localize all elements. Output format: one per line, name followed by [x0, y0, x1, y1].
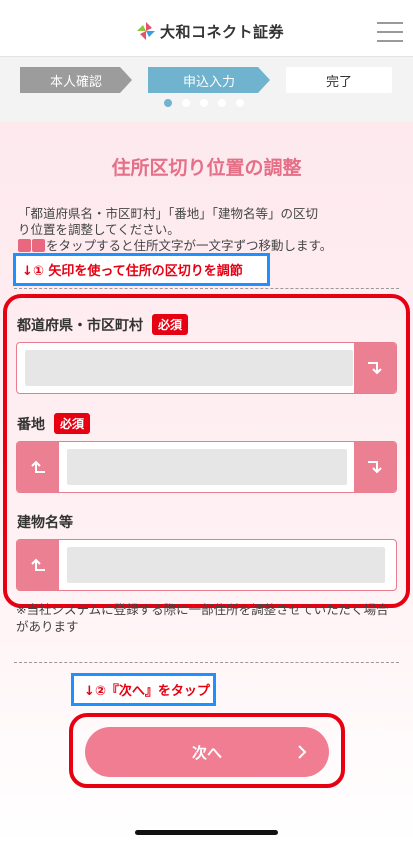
required-badge: 必須 [152, 314, 189, 335]
field-label-prefecture-city: 都道府県・市区町村 必須 [17, 314, 189, 335]
next-button[interactable]: 次へ [85, 727, 329, 777]
chevron-right-icon [298, 745, 307, 759]
step-application-input: 申込入力 [148, 67, 270, 93]
hamburger-menu-icon[interactable] [377, 20, 403, 44]
step-complete: 完了 [286, 67, 392, 93]
progress-dot [236, 99, 244, 107]
annotation-step1: ↓① 矢印を使って住所の区切りを調節 [13, 253, 270, 286]
page-description: 「都道府県名・市区町村」「番地」「建物名等」の区切 り位置を調整してください。 … [18, 206, 333, 253]
annotation-step2: ↓②『次へ』をタップ [71, 673, 216, 706]
field-label-building: 建物名等 [17, 515, 73, 531]
arrow-left-icon [18, 239, 31, 252]
page-title: 住所区切り位置の調整 [111, 157, 302, 179]
move-right-button[interactable] [354, 442, 396, 492]
daiwa-mark-icon [136, 21, 156, 41]
logo[interactable]: 大和コネクト証券 [136, 19, 284, 43]
divider [14, 288, 399, 289]
banchi-input[interactable] [67, 449, 347, 485]
move-left-button[interactable] [17, 540, 59, 590]
progress-dot [164, 99, 172, 107]
banchi-row [16, 441, 397, 493]
field-label-banchi: 番地 必須 [17, 413, 91, 434]
arrow-down-right-icon [368, 362, 382, 375]
move-left-button[interactable] [17, 442, 59, 492]
arrow-up-left-icon [31, 558, 45, 571]
prefecture-city-row [16, 342, 397, 394]
progress-dot [218, 99, 226, 107]
address-note: ※当社システムに登録する際に一部住所を調整させていただく場合があります [16, 602, 389, 634]
home-indicator [135, 830, 278, 835]
progress-dot [182, 99, 190, 107]
app-header: 大和コネクト証券 [0, 0, 413, 57]
step-identity-check: 本人確認 [20, 67, 132, 93]
move-right-button[interactable] [354, 343, 396, 393]
building-row [16, 539, 397, 591]
progress-dot [200, 99, 208, 107]
arrow-right-icon [32, 239, 45, 252]
progress-stepper: 本人確認 申込入力 完了 [0, 57, 413, 122]
logo-text: 大和コネクト証券 [160, 22, 285, 41]
building-input[interactable] [67, 547, 385, 583]
arrow-down-right-icon [368, 461, 382, 474]
progress-dots [164, 99, 244, 107]
prefecture-city-input[interactable] [25, 350, 353, 386]
required-badge: 必須 [54, 413, 91, 434]
arrow-up-left-icon [31, 460, 45, 473]
next-button-label: 次へ [191, 743, 222, 762]
divider [14, 662, 399, 663]
